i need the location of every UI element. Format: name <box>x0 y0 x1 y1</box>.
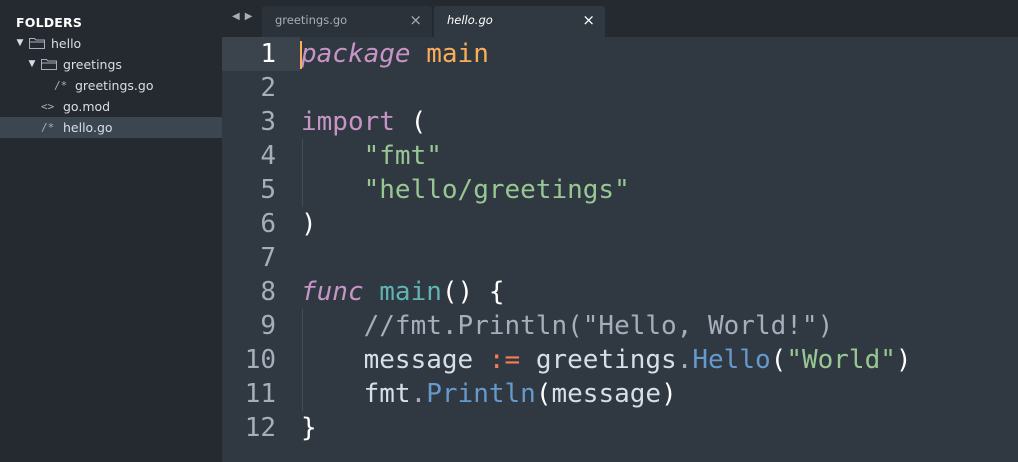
line-number: 3 <box>260 107 276 137</box>
code-editor[interactable]: 1 2 3 4 5 6 7 8 9 10 11 12 package main import ( "fm… <box>222 37 1018 462</box>
code-token: "World" <box>786 345 896 375</box>
code-file-icon: <> <box>41 100 55 113</box>
folder-open-icon <box>41 59 57 70</box>
code-line[interactable]: package main <box>301 37 489 71</box>
code-token: "fmt" <box>363 141 442 171</box>
code-token: //fmt.Println("Hello, World!") <box>363 311 834 341</box>
code-line[interactable]: ) <box>301 207 317 241</box>
code-token: package <box>301 39 411 69</box>
close-icon[interactable]: × <box>409 11 422 29</box>
sidebar-item-label: greetings <box>63 57 122 72</box>
text-caret <box>300 41 302 69</box>
code-token: ( <box>770 345 787 375</box>
line-number: 4 <box>260 141 276 171</box>
line-number: 1 <box>260 39 276 69</box>
code-token: import <box>301 107 395 137</box>
tab-greetings-go[interactable]: greetings.go × <box>262 6 432 37</box>
sidebar-item-label: greetings.go <box>75 78 154 93</box>
code-token: . <box>676 345 693 375</box>
go-file-icon: /* <box>41 121 55 134</box>
line-number: 7 <box>260 243 276 273</box>
code-line[interactable]: func main() { <box>301 275 505 309</box>
code-token: := <box>488 345 521 375</box>
code-token: message <box>551 379 662 409</box>
sidebar: FOLDERS ▼ hello ▼ greetings /* greetings… <box>0 0 222 462</box>
sidebar-item-greetings-go[interactable]: /* greetings.go <box>0 75 222 96</box>
code-line[interactable]: } <box>301 411 317 445</box>
line-number: 9 <box>260 311 276 341</box>
code-token: func <box>301 277 364 307</box>
code-token: } <box>301 413 317 443</box>
line-number: 12 <box>244 413 276 443</box>
sidebar-title: FOLDERS <box>16 15 83 30</box>
sidebar-item-label: go.mod <box>63 99 111 114</box>
tab-label: greetings.go <box>275 13 348 27</box>
go-file-icon: /* <box>54 79 68 92</box>
sidebar-item-label: hello <box>51 36 82 51</box>
line-number: 8 <box>260 277 276 307</box>
line-number: 11 <box>244 379 276 409</box>
code-line[interactable]: import ( <box>301 105 426 139</box>
sidebar-item-go-mod[interactable]: <> go.mod <box>0 96 222 117</box>
sidebar-item-greetings-folder[interactable]: ▼ greetings <box>0 54 222 75</box>
sidebar-item-hello-go[interactable]: /* hello.go <box>0 117 222 138</box>
code-token: main <box>379 277 442 307</box>
sidebar-item-hello-folder[interactable]: ▼ hello <box>0 33 222 54</box>
code-token: ( <box>394 107 427 137</box>
tab-label: hello.go <box>447 13 493 27</box>
chevron-down-icon[interactable]: ▼ <box>14 33 26 54</box>
arrow-right-icon[interactable]: ▶ <box>245 11 258 22</box>
code-token: ) <box>895 345 912 375</box>
code-token: ) <box>661 379 677 409</box>
folder-open-icon <box>29 38 45 49</box>
code-token: message <box>363 345 474 375</box>
line-number: 5 <box>260 175 276 205</box>
code-token: Hello <box>692 345 771 375</box>
line-number: 10 <box>244 345 276 375</box>
line-number: 6 <box>260 209 276 239</box>
code-line[interactable]: "fmt" <box>301 139 442 173</box>
code-token: Println <box>426 379 536 409</box>
code-token: greetings <box>535 345 677 375</box>
code-token: ) <box>301 209 317 239</box>
code-token: fmt <box>363 379 411 409</box>
code-line[interactable]: message := greetings.Hello("World") <box>301 343 912 377</box>
sidebar-item-label: hello.go <box>63 120 113 135</box>
code-token: main <box>426 39 489 69</box>
tab-nav-arrows: ◀▶ <box>232 11 257 22</box>
code-token: () { <box>441 277 505 307</box>
line-number: 2 <box>260 73 276 103</box>
code-token: ( <box>535 379 552 409</box>
tab-hello-go[interactable]: hello.go × <box>434 6 605 37</box>
code-line[interactable]: fmt.Println(message) <box>301 377 677 411</box>
chevron-down-icon[interactable]: ▼ <box>26 54 38 75</box>
code-line[interactable]: "hello/greetings" <box>301 173 630 207</box>
code-line[interactable]: //fmt.Println("Hello, World!") <box>301 309 834 343</box>
code-token: "hello/greetings" <box>363 175 630 205</box>
close-icon[interactable]: × <box>582 11 595 29</box>
arrow-left-icon[interactable]: ◀ <box>232 11 245 22</box>
code-token: . <box>410 379 427 409</box>
